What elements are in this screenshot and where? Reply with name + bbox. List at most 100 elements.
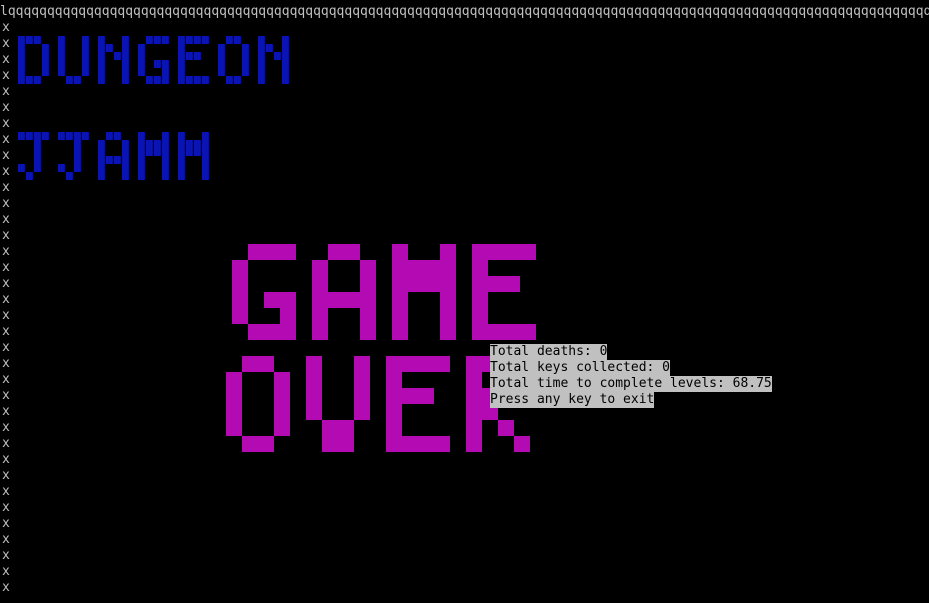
letter-pixel — [248, 244, 264, 260]
letter-pixel — [178, 52, 185, 60]
letter-pixel — [34, 156, 41, 164]
letter-pixel — [82, 60, 89, 68]
letter-pixel — [162, 148, 169, 156]
letter-pixel — [82, 36, 89, 44]
letter-pixel — [312, 260, 328, 276]
letter-pixel — [226, 388, 242, 404]
letter-pixel — [306, 388, 322, 404]
letter-pixel — [424, 276, 440, 292]
letter-pixel — [258, 44, 265, 52]
letter-pixel — [242, 60, 249, 68]
border-left-char: x — [2, 36, 10, 51]
border-left-char: x — [2, 532, 10, 547]
letter-pixel — [114, 156, 121, 164]
letter-pixel — [338, 436, 354, 452]
letter-pixel — [162, 140, 169, 148]
letter-pixel — [58, 132, 65, 140]
letter-pixel — [98, 172, 105, 180]
letter-pixel — [402, 388, 418, 404]
letter-pixel — [218, 60, 225, 68]
letter-pixel — [408, 276, 424, 292]
letter-pixel — [520, 244, 536, 260]
letter-pixel — [520, 324, 536, 340]
letter-pixel — [34, 132, 41, 140]
letter-pixel — [26, 172, 33, 180]
title-jjamm — [18, 132, 218, 180]
letter-pixel — [146, 140, 153, 148]
letter-pixel — [274, 420, 290, 436]
letter-pixel — [42, 60, 49, 68]
letter-pixel — [354, 372, 370, 388]
letter-pixel — [82, 68, 89, 76]
letter-pixel — [322, 420, 338, 436]
letter-pixel — [122, 36, 129, 44]
letter-pixel — [18, 60, 25, 68]
letter-pixel — [202, 140, 209, 148]
letter-pixel — [162, 164, 169, 172]
letter-pixel — [360, 308, 376, 324]
letter-pixel — [138, 148, 145, 156]
letter-pixel — [258, 60, 265, 68]
border-left-char: x — [2, 484, 10, 499]
letter-pixel — [466, 436, 482, 452]
letter-pixel — [114, 132, 121, 140]
letter-pixel — [98, 164, 105, 172]
letter-pixel — [178, 132, 185, 140]
letter-pixel — [266, 44, 273, 52]
letter-pixel — [58, 36, 65, 44]
letter-pixel — [66, 76, 73, 84]
letter-pixel — [186, 148, 193, 156]
letter-pixel — [178, 36, 185, 44]
stat-deaths: Total deaths: 0 — [490, 344, 608, 360]
letter-pixel — [418, 356, 434, 372]
letter-pixel — [386, 356, 402, 372]
letter-pixel — [232, 276, 248, 292]
letter-pixel — [504, 244, 520, 260]
letter-pixel — [122, 68, 129, 76]
border-left-char: x — [2, 452, 10, 467]
letter-u — [58, 36, 89, 84]
letter-pixel — [392, 276, 408, 292]
letter-m — [178, 132, 209, 180]
letter-pixel — [472, 260, 488, 276]
letter-pixel — [98, 36, 105, 44]
letter-pixel — [232, 260, 248, 276]
letter-pixel — [386, 420, 402, 436]
letter-pixel — [312, 324, 328, 340]
letter-pixel — [194, 148, 201, 156]
letter-pixel — [418, 388, 434, 404]
letter-pixel — [122, 140, 129, 148]
letter-pixel — [138, 164, 145, 172]
letter-pixel — [194, 76, 201, 84]
letter-pixel — [26, 76, 33, 84]
letter-pixel — [162, 156, 169, 164]
letter-pixel — [386, 404, 402, 420]
letter-pixel — [58, 68, 65, 76]
letter-pixel — [418, 436, 434, 452]
letter-pixel — [202, 172, 209, 180]
border-left-char: x — [2, 340, 10, 355]
letter-pixel — [138, 132, 145, 140]
letter-pixel — [306, 372, 322, 388]
letter-pixel — [34, 76, 41, 84]
letter-pixel — [138, 44, 145, 52]
letter-a — [98, 132, 129, 180]
letter-pixel — [74, 148, 81, 156]
letter-pixel — [440, 308, 456, 324]
letter-pixel — [264, 292, 280, 308]
terminal-window[interactable]: lqqqqqqqqqqqqqqqqqqqqqqqqqqqqqqqqqqqqqqq… — [0, 0, 929, 603]
letter-pixel — [312, 292, 328, 308]
border-left-char: x — [2, 180, 10, 195]
letter-pixel — [226, 372, 242, 388]
letter-pixel — [74, 164, 81, 172]
letter-pixel — [402, 436, 418, 452]
letter-pixel — [18, 132, 25, 140]
letter-pixel — [440, 276, 456, 292]
border-left-char: x — [2, 148, 10, 163]
letter-j — [58, 132, 89, 180]
letter-pixel — [280, 292, 296, 308]
letter-pixel — [274, 372, 290, 388]
border-left-char: x — [2, 228, 10, 243]
letter-pixel — [154, 148, 161, 156]
letter-g — [232, 244, 296, 340]
